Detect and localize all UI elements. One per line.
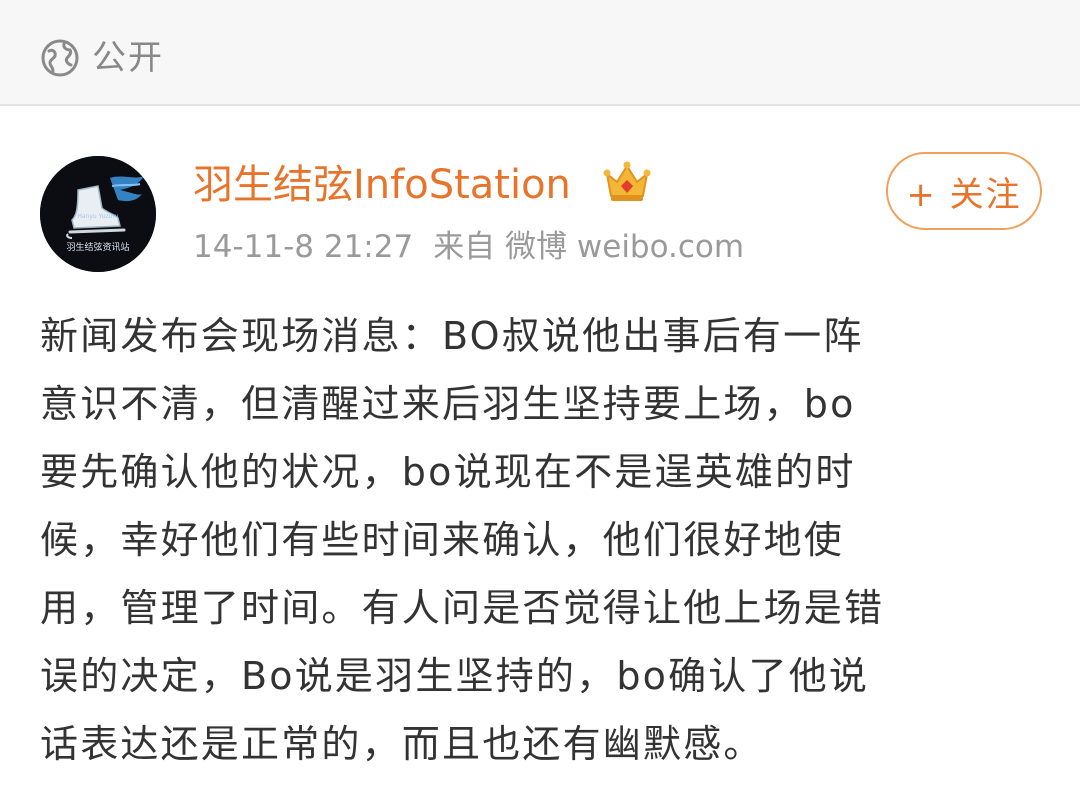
post-body-line: 要先确认他的状况，bo说现在不是逞英雄的时 [40, 450, 856, 494]
weibo-post-screen: 公开 Hanyu Yuzuru 羽生结弦资讯站 羽生结弦InfoStation [0, 0, 1080, 794]
skate-avatar-icon: Hanyu Yuzuru 羽生结弦资讯站 [40, 156, 156, 272]
follow-button[interactable]: + 关注 [886, 152, 1042, 230]
post-body-line: 话表达还是正常的，而且也还有幽默感。 [40, 722, 764, 766]
post-meta: 14-11-8 21:27 来自 微博 weibo.com [193, 226, 764, 268]
avatar-text-bottom: 羽生结弦资讯站 [66, 241, 129, 253]
post-body-line: 用，管理了时间。有人问是否觉得让他上场是错 [40, 586, 885, 630]
post-timestamp: 14-11-8 21:27 [193, 229, 414, 265]
post-card: Hanyu Yuzuru 羽生结弦资讯站 羽生结弦InfoStation 14-… [0, 106, 1080, 794]
post-body-line: 候，幸好他们有些时间来确认，他们很好地使 [40, 518, 845, 562]
post-body: 新闻发布会现场消息：BO叔说他出事后有一阵 意识不清，但清醒过来后羽生坚持要上场… [40, 302, 1050, 778]
author-name[interactable]: 羽生结弦InfoStation [193, 158, 571, 212]
crown-icon[interactable] [602, 158, 652, 204]
post-body-line: 新闻发布会现场消息：BO叔说他出事后有一阵 [40, 314, 864, 358]
post-body-line: 误的决定，Bo说是羽生坚持的，bo确认了他说 [40, 654, 870, 698]
avatar-text-top: Hanyu Yuzuru [77, 213, 118, 220]
globe-icon [40, 38, 80, 78]
post-source[interactable]: 来自 微博 weibo.com [433, 229, 744, 265]
privacy-bar[interactable]: 公开 [0, 0, 1080, 106]
post-body-line: 意识不清，但清醒过来后羽生坚持要上场，bo [40, 382, 856, 426]
privacy-label: 公开 [92, 38, 164, 78]
author-avatar[interactable]: Hanyu Yuzuru 羽生结弦资讯站 [40, 156, 156, 272]
